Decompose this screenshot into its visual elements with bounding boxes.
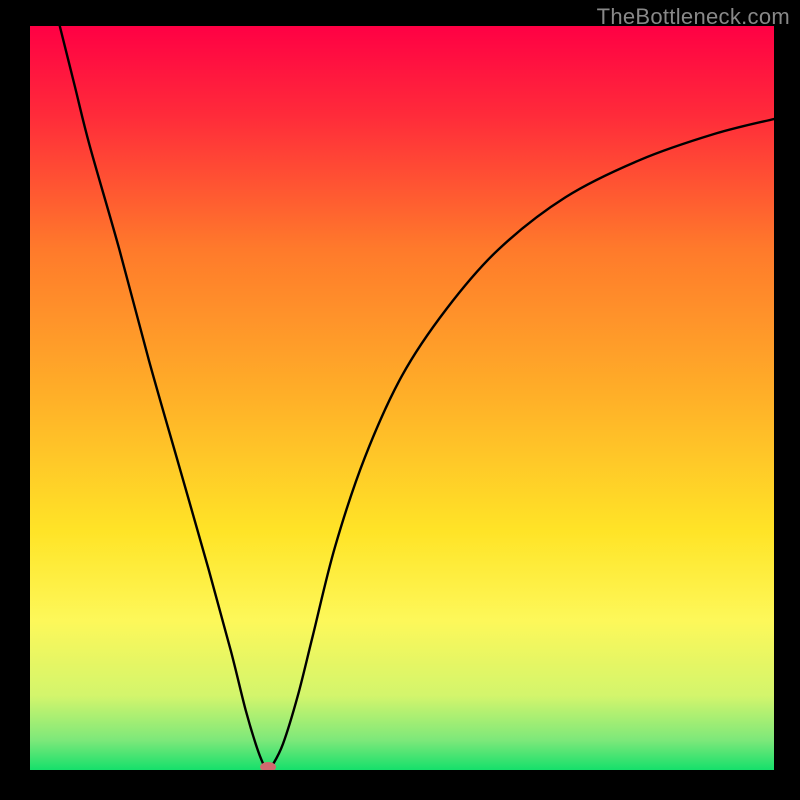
gradient-background [30, 26, 774, 770]
bottleneck-chart [30, 26, 774, 770]
chart-frame: TheBottleneck.com [0, 0, 800, 800]
plot-area [30, 26, 774, 770]
watermark-text: TheBottleneck.com [597, 4, 790, 30]
